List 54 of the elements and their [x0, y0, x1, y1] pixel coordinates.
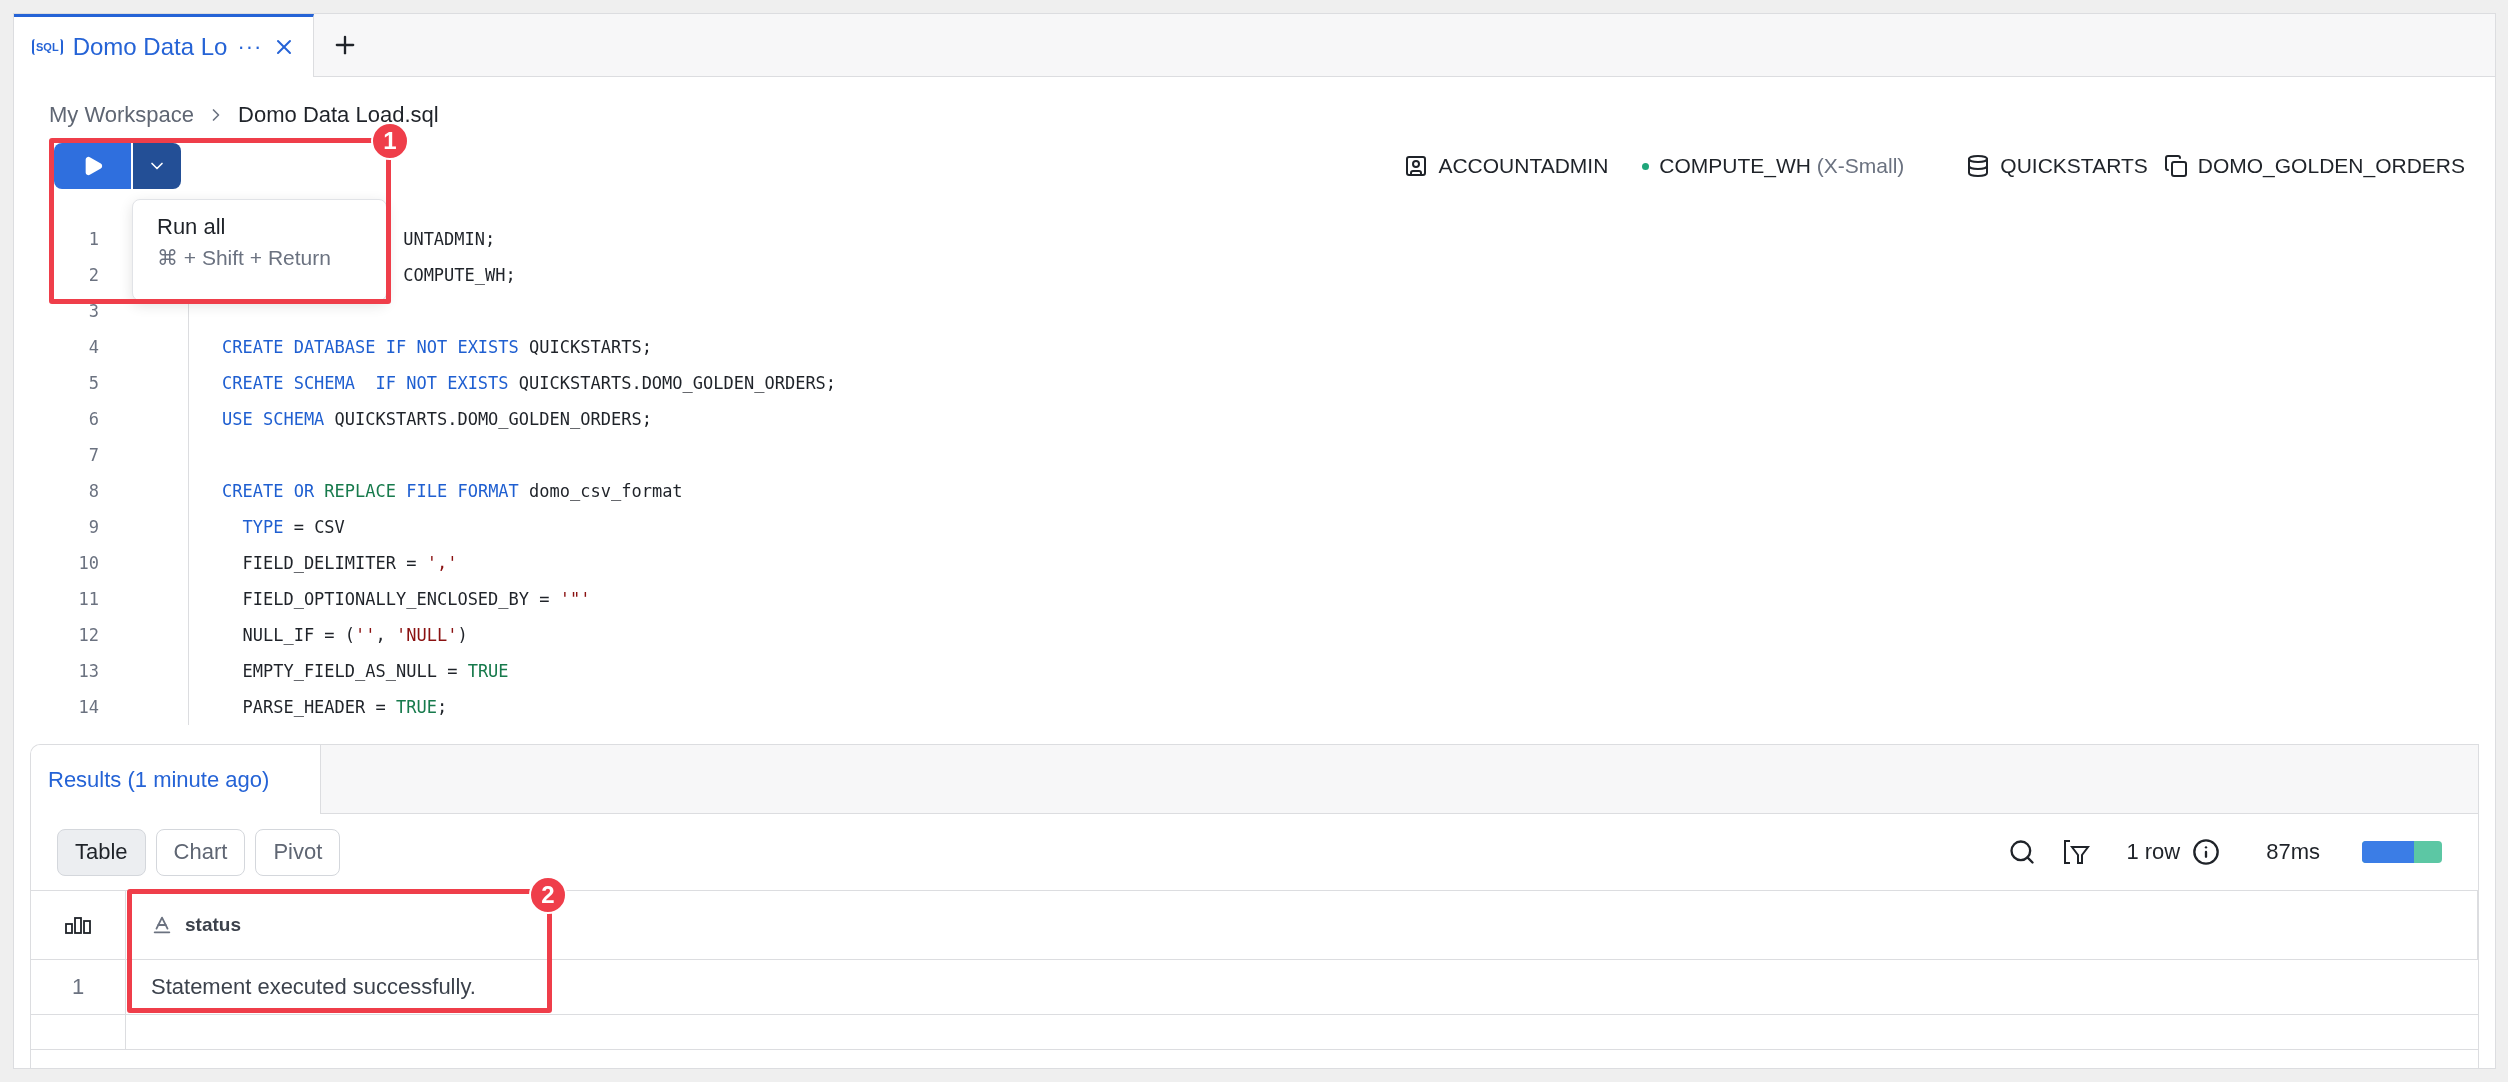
line-number: 14 [14, 689, 189, 725]
search-icon[interactable] [2008, 838, 2037, 866]
results-tab[interactable]: Results (1 minute ago) [31, 745, 321, 814]
line-number: 9 [14, 509, 189, 545]
step-marker: 2 [529, 876, 567, 914]
code-line: EMPTY_FIELD_AS_NULL = TRUE [241, 661, 509, 681]
code-line: FIELD_OPTIONALLY_ENCLOSED_BY = '"' [241, 589, 591, 609]
run-options-button[interactable] [133, 143, 181, 189]
line-number: 5 [14, 365, 189, 401]
view-toggle[interactable]: Table [57, 828, 146, 876]
row-count: 1 row [2126, 839, 2181, 865]
warehouse-selector[interactable]: COMPUTE_WH (X-Small) [1642, 154, 1905, 178]
bar-chart-icon [65, 916, 91, 934]
code-line: UNTADMIN; [402, 229, 496, 249]
breadcrumb-link[interactable]: My Workspace [49, 102, 195, 128]
code-line: CREATE DATABASE IF NOT EXISTS QUICKSTARTS; [221, 337, 652, 357]
info-icon[interactable] [2192, 838, 2221, 866]
overflow-mark: ··· [237, 34, 263, 60]
tab-title: Domo Data Lo [72, 33, 228, 61]
column-title: status [185, 914, 241, 936]
line-number: 10 [14, 545, 189, 581]
step-marker: 1 [371, 122, 409, 160]
user-icon [1404, 154, 1429, 178]
status-dot [1642, 162, 1650, 170]
line-number: 8 [14, 473, 189, 509]
code-line: CREATE OR REPLACE FILE FORMAT domo_csv_format [221, 481, 683, 501]
database-selector[interactable]: QUICKSTARTS [1966, 154, 2148, 178]
line-number: 11 [14, 581, 189, 617]
line-number: 6 [14, 401, 189, 437]
editor-tab[interactable]: SQL Domo Data Lo ··· [14, 14, 314, 77]
view-toggle[interactable]: Chart [155, 828, 246, 876]
code-line: CREATE SCHEMA IF NOT EXISTS QUICKSTARTS.DOMO_GOLDEN_ORDERS; [221, 373, 837, 393]
database-icon [1966, 154, 1991, 178]
code-line: FIELD_DELIMITER = ',' [241, 553, 458, 573]
code-line: TYPE = CSV [241, 517, 345, 537]
line-number: 7 [14, 437, 189, 473]
magnifier-icon [2008, 838, 2037, 866]
row-number: 1 [31, 960, 126, 1015]
line-number: 13 [14, 653, 189, 689]
code-line: USE SCHEMA QUICKSTARTS.DOMO_GOLDEN_ORDERS; [221, 409, 652, 429]
filter-icon[interactable] [2062, 838, 2091, 866]
stacked-squares-icon [2163, 154, 2188, 178]
text-type-icon [151, 914, 173, 936]
line-number: 12 [14, 617, 189, 653]
duration: 87ms [2266, 839, 2320, 865]
line-number: 4 [14, 329, 189, 365]
code-line: PARSE_HEADER = TRUE; [241, 697, 448, 717]
schema-selector[interactable]: DOMO_GOLDEN_ORDERS [2163, 154, 2465, 178]
code-line: NULL_IF = ('', 'NULL') [241, 625, 468, 645]
run-button[interactable] [54, 143, 131, 189]
table-cell: Statement executed successfully. [126, 960, 2478, 1015]
code-line: COMPUTE_WH; [402, 265, 516, 285]
view-toggle[interactable]: Pivot [255, 828, 341, 876]
role-selector[interactable]: ACCOUNTADMIN [1404, 154, 1609, 178]
